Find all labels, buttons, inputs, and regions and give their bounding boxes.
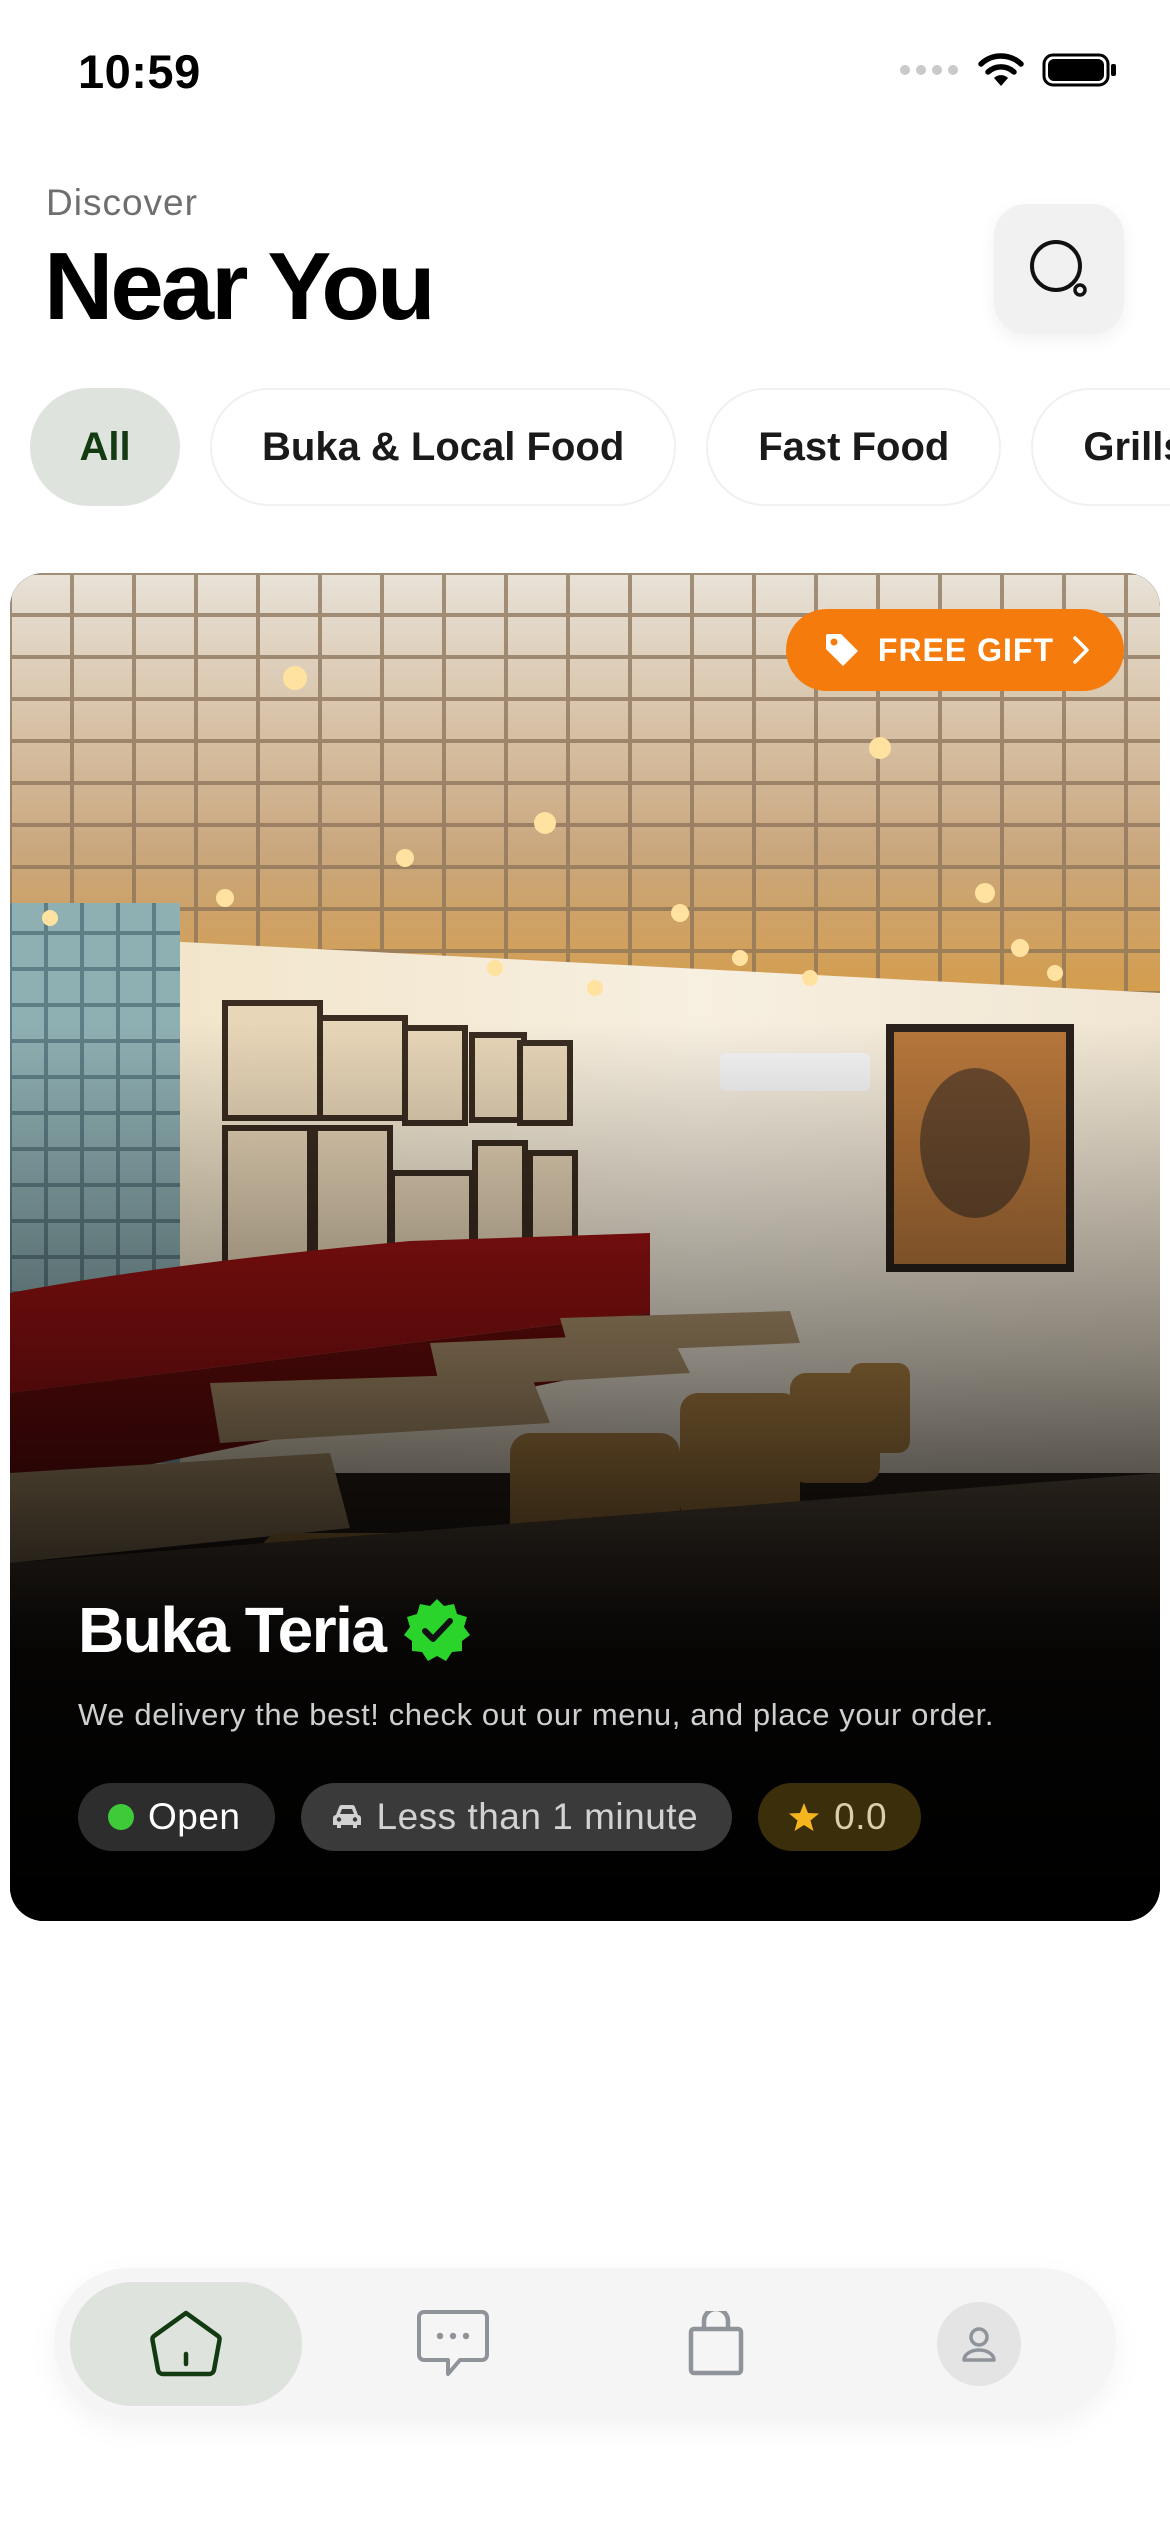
- user-icon: [962, 2327, 996, 2362]
- status-icons: [900, 52, 1118, 88]
- chat-icon: [417, 2310, 489, 2376]
- rating-pill: 0.0: [758, 1783, 922, 1851]
- restaurant-description: We delivery the best! check out our menu…: [78, 1697, 995, 1732]
- rating-value: 0.0: [834, 1796, 888, 1837]
- status-time: 10:59: [78, 45, 201, 98]
- open-status-dot-icon: [108, 1804, 134, 1830]
- delivery-time-label: Less than 1 minute: [376, 1796, 699, 1837]
- wifi-icon: [978, 53, 1024, 86]
- battery-icon: [1042, 53, 1116, 87]
- delivery-time-pill: Less than 1 minute: [300, 1783, 733, 1851]
- bottom-nav: [54, 2268, 1116, 2418]
- status-bar: 10:59: [0, 0, 1170, 150]
- home-icon: [150, 2310, 222, 2377]
- verified-badge-icon: [403, 1599, 470, 1661]
- chip-fast-food[interactable]: Fast Food: [706, 388, 1002, 506]
- star-icon: [789, 1803, 820, 1831]
- chip-all[interactable]: All: [30, 388, 180, 506]
- chip-grills[interactable]: Grills: [1031, 388, 1170, 506]
- car-icon: [332, 1804, 361, 1828]
- search-button[interactable]: [994, 204, 1124, 334]
- shopping-bag-icon: [688, 2311, 744, 2376]
- page-title: Near You: [44, 233, 436, 340]
- cellular-signal-icon: [900, 65, 958, 75]
- restaurant-card[interactable]: FREE GIFT Buka Teria We delivery the bes…: [10, 573, 1160, 1921]
- open-status-label: Open: [148, 1796, 241, 1837]
- category-chips: All Buka & Local Food Fast Food Grills: [30, 388, 1170, 508]
- restaurant-name-row: Buka Teria: [78, 1593, 470, 1667]
- tag-icon: [825, 634, 858, 666]
- open-status-pill: Open: [78, 1783, 275, 1851]
- search-icon: [1030, 240, 1087, 297]
- restaurant-meta: Open Less than 1 minute 0.0: [78, 1783, 922, 1851]
- nav-orders[interactable]: [654, 2282, 778, 2406]
- restaurant-name: Buka Teria: [78, 1594, 387, 1666]
- free-gift-badge[interactable]: FREE GIFT: [785, 609, 1124, 691]
- nav-home[interactable]: [70, 2282, 302, 2406]
- nav-profile[interactable]: [917, 2282, 1041, 2406]
- avatar: [937, 2302, 1021, 2386]
- free-gift-label: FREE GIFT: [877, 631, 1054, 668]
- chip-buka-local-food[interactable]: Buka & Local Food: [210, 388, 677, 506]
- page-eyebrow: Discover: [46, 182, 198, 223]
- chevron-right-icon: [1073, 636, 1089, 664]
- nav-messages[interactable]: [391, 2282, 515, 2406]
